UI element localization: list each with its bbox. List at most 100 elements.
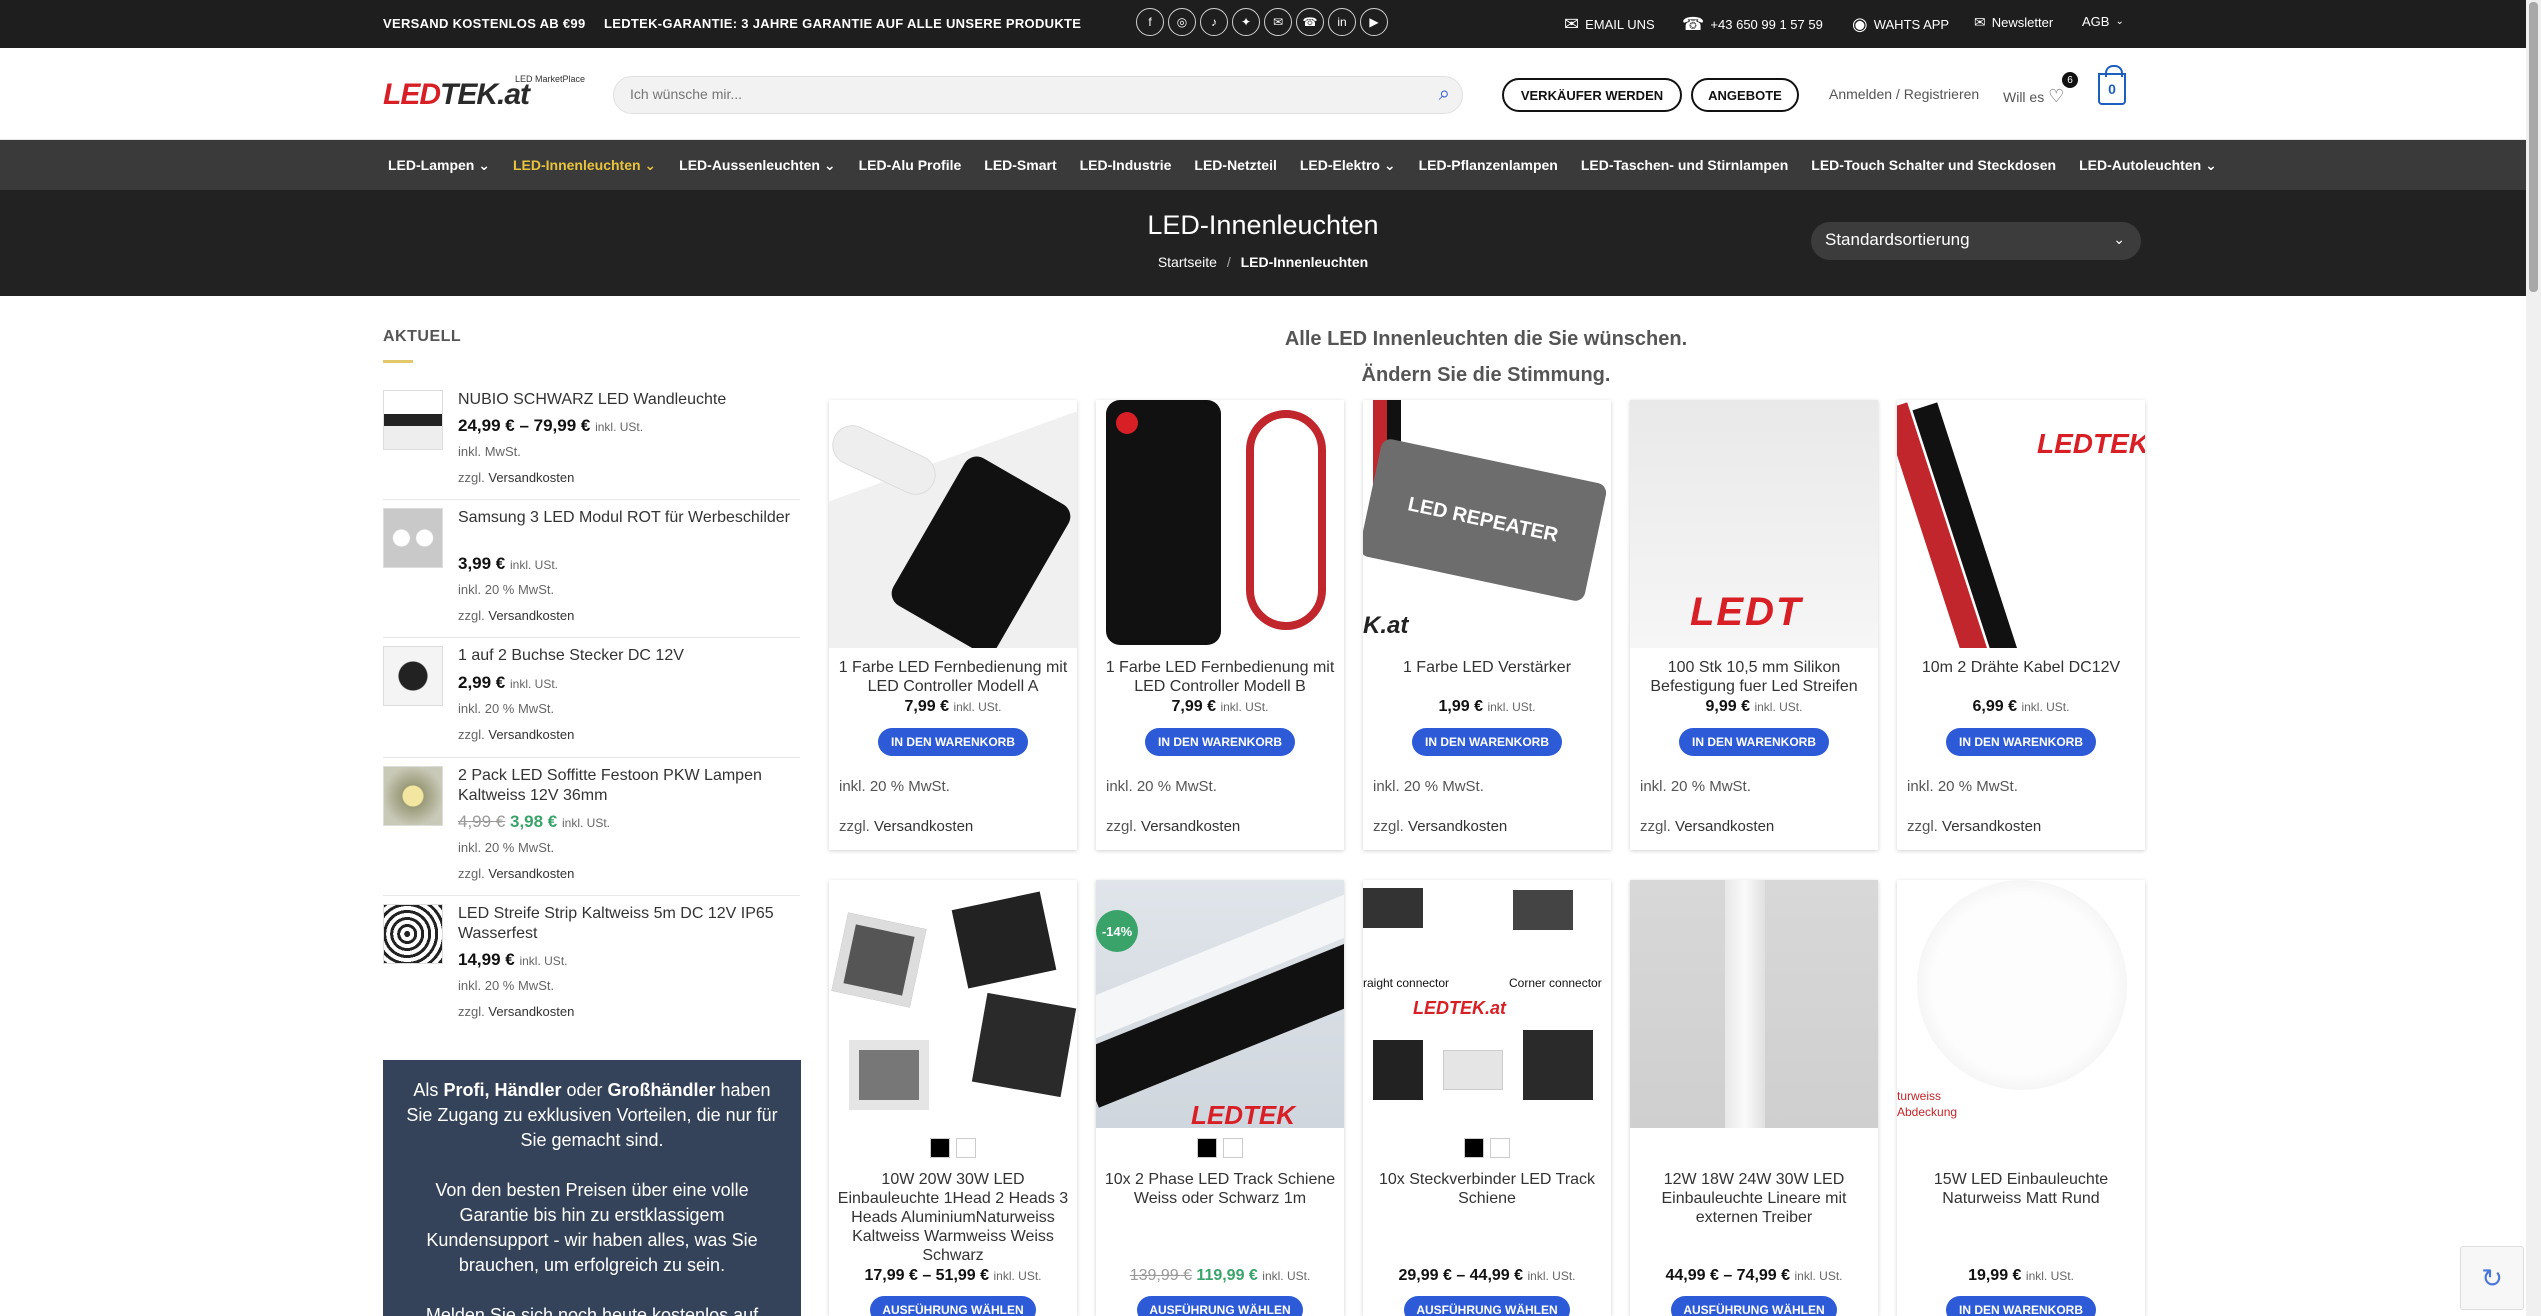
shipping-link[interactable]: Versandkosten [488,727,574,742]
nav-item-led-taschen-stirnlampen[interactable]: LED-Taschen- und Stirnlampen [1581,157,1788,174]
swatch-white[interactable] [1223,1138,1243,1158]
product-card[interactable]: 12W 18W 24W 30W LED Einbauleuchte Linear… [1630,880,1878,1316]
breadcrumb-home[interactable]: Startseite [1158,254,1217,270]
nav-item-led-industrie[interactable]: LED-Industrie [1080,157,1172,174]
agb-menu[interactable]: AGB ⌄ [2082,14,2124,29]
nav-item-led-smart[interactable]: LED-Smart [984,157,1056,174]
search-icon[interactable]: ⌕ [1439,83,1450,106]
select-options-button[interactable]: AUSFÜHRUNG WÄHLEN [1671,1296,1837,1316]
product-name[interactable]: 1 Farbe LED Fernbedienung mit LED Contro… [1104,658,1336,696]
login-register-link[interactable]: Anmelden / Registrieren [1829,86,1979,102]
product-card[interactable]: raight connector Corner connector LEDTEK… [1363,880,1611,1316]
add-to-cart-button[interactable]: IN DEN WARENKORB [1145,728,1295,756]
whatsapp-link[interactable]: ◉ WAHTS APP [1852,14,1949,35]
swatch-white[interactable] [1490,1138,1510,1158]
shipping-link[interactable]: Versandkosten [488,866,574,881]
product-name[interactable]: 15W LED Einbauleuchte Naturweiss Matt Ru… [1905,1170,2137,1208]
become-seller-button[interactable]: VERKÄUFER WERDEN [1502,78,1682,112]
product-card[interactable]: LEDT 100 Stk 10,5 mm Silikon Befestigung… [1630,400,1878,850]
product-name[interactable]: 1 Farbe LED Fernbedienung mit LED Contro… [837,658,1069,696]
nav-item-led-aussenleuchten[interactable]: LED-Aussenleuchten ⌄ [679,157,835,174]
product-image[interactable] [1630,880,1878,1128]
nav-item-led-pflanzenlampen[interactable]: LED-Pflanzenlampen [1419,157,1558,174]
nav-item-led-lampen[interactable]: LED-Lampen ⌄ [388,157,490,174]
shipping-link[interactable]: Versandkosten [874,818,973,835]
add-to-cart-button[interactable]: IN DEN WARENKORB [878,728,1028,756]
add-to-cart-button[interactable]: IN DEN WARENKORB [1679,728,1829,756]
select-options-button[interactable]: AUSFÜHRUNG WÄHLEN [1404,1296,1570,1316]
product-name[interactable]: 1 Farbe LED Verstärker [1371,658,1603,677]
product-name[interactable]: 1 auf 2 Buchse Stecker DC 12V [458,646,798,666]
email-link[interactable]: ✉ EMAIL UNS [1564,14,1655,35]
product-image[interactable] [829,880,1077,1128]
product-name[interactable]: NUBIO SCHWARZ LED Wandleuchte [458,390,798,410]
product-name[interactable]: 12W 18W 24W 30W LED Einbauleuchte Linear… [1638,1170,1870,1227]
offers-button[interactable]: ANGEBOTE [1691,78,1799,112]
twitter-icon[interactable]: ✦ [1232,8,1260,36]
product-card[interactable]: LEDTEK -14% 10x 2 Phase LED Track Schien… [1096,880,1344,1316]
product-name[interactable]: 10m 2 Drähte Kabel DC12V [1905,658,2137,677]
product-image[interactable]: LED REPEATER K.at [1363,400,1611,648]
shipping-link[interactable]: Versandkosten [1141,818,1240,835]
add-to-cart-button[interactable]: IN DEN WARENKORB [1946,728,2096,756]
shipping-link[interactable]: Versandkosten [1942,818,2041,835]
instagram-icon[interactable]: ◎ [1168,8,1196,36]
nav-item-led-touch-schalter[interactable]: LED-Touch Schalter und Steckdosen [1811,157,2056,174]
product-name[interactable]: 10x Steckverbinder LED Track Schiene [1371,1170,1603,1208]
product-image[interactable]: raight connector Corner connector LEDTEK… [1363,880,1611,1128]
product-thumbnail[interactable] [383,508,443,568]
recaptcha-badge[interactable]: ↻ [2460,1246,2524,1310]
select-options-button[interactable]: AUSFÜHRUNG WÄHLEN [870,1296,1036,1316]
page-scrollbar[interactable] [2526,0,2541,1316]
product-thumbnail[interactable] [383,390,443,450]
product-card[interactable]: LEDTEK 10m 2 Drähte Kabel DC12V 6,99 € i… [1897,400,2145,850]
product-name[interactable]: LED Streife Strip Kaltweiss 5m DC 12V IP… [458,904,798,944]
shipping-link[interactable]: Versandkosten [488,470,574,485]
product-image[interactable]: LEDTEK [1897,400,2145,648]
nav-item-led-innenleuchten[interactable]: LED-Innenleuchten ⌄ [513,157,656,174]
linkedin-icon[interactable]: in [1328,8,1356,36]
swatch-black[interactable] [1464,1138,1484,1158]
sidebar-product[interactable]: LED Streife Strip Kaltweiss 5m DC 12V IP… [383,904,800,1034]
select-options-button[interactable]: AUSFÜHRUNG WÄHLEN [1137,1296,1303,1316]
phone-icon[interactable]: ☎ [1296,8,1324,36]
product-card[interactable]: 1 Farbe LED Fernbedienung mit LED Contro… [1096,400,1344,850]
add-to-cart-button[interactable]: IN DEN WARENKORB [1412,728,1562,756]
email-icon[interactable]: ✉ [1264,8,1292,36]
product-card[interactable]: 10W 20W 30W LED Einbauleuchte 1Head 2 He… [829,880,1077,1316]
product-thumbnail[interactable] [383,904,443,964]
sidebar-product[interactable]: 1 auf 2 Buchse Stecker DC 12V 2,99 € ink… [383,646,800,758]
nav-item-led-autoleuchten[interactable]: LED-Autoleuchten ⌄ [2079,157,2217,174]
product-thumbnail[interactable] [383,646,443,706]
swatch-black[interactable] [930,1138,950,1158]
sidebar-product[interactable]: 2 Pack LED Soffitte Festoon PKW Lampen K… [383,766,800,896]
product-name[interactable]: 100 Stk 10,5 mm Silikon Befestigung fuer… [1638,658,1870,696]
tiktok-icon[interactable]: ♪ [1200,8,1228,36]
product-image[interactable]: turweiss Abdeckung [1897,880,2145,1128]
facebook-icon[interactable]: f [1136,8,1164,36]
phone-link[interactable]: ☎ +43 650 99 1 57 59 [1682,14,1823,35]
shipping-link[interactable]: Versandkosten [1675,818,1774,835]
product-card[interactable]: LED REPEATER K.at 1 Farbe LED Verstärker… [1363,400,1611,850]
product-name[interactable]: 10x 2 Phase LED Track Schiene Weiss oder… [1104,1170,1336,1208]
wishlist-link[interactable]: Will es ♡ [2003,86,2064,107]
search-input[interactable] [630,86,1390,102]
shipping-link[interactable]: Versandkosten [1408,818,1507,835]
product-image[interactable] [829,400,1077,648]
scrollbar-thumb[interactable] [2529,2,2538,292]
youtube-icon[interactable]: ▶ [1360,8,1388,36]
product-name[interactable]: 10W 20W 30W LED Einbauleuchte 1Head 2 He… [837,1170,1069,1265]
swatch-black[interactable] [1197,1138,1217,1158]
product-name[interactable]: Samsung 3 LED Modul ROT für Werbeschilde… [458,508,798,528]
sidebar-product[interactable]: Samsung 3 LED Modul ROT für Werbeschilde… [383,508,800,638]
newsletter-link[interactable]: ✉ Newsletter [1974,14,2053,31]
shipping-link[interactable]: Versandkosten [488,1004,574,1019]
product-name[interactable]: 2 Pack LED Soffitte Festoon PKW Lampen K… [458,766,798,806]
sidebar-product[interactable]: NUBIO SCHWARZ LED Wandleuchte 24,99 € – … [383,390,800,500]
sort-select[interactable]: Standardsortierung ⌄ [1811,222,2141,260]
product-image[interactable] [1096,400,1344,648]
nav-item-led-elektro[interactable]: LED-Elektro ⌄ [1300,157,1396,174]
product-thumbnail[interactable] [383,766,443,826]
nav-item-led-netzteil[interactable]: LED-Netzteil [1194,157,1276,174]
product-card[interactable]: 1 Farbe LED Fernbedienung mit LED Contro… [829,400,1077,850]
